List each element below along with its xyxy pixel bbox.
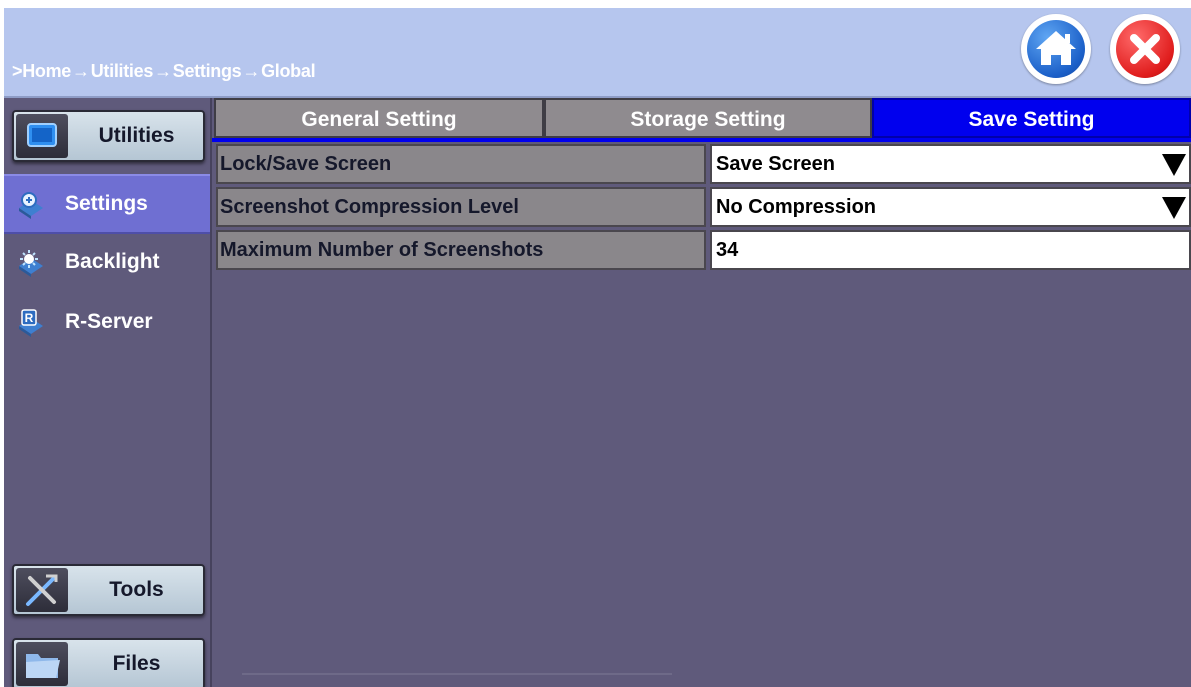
tab-underline (212, 138, 1191, 142)
settings-icon (19, 192, 43, 219)
header-bar: >Home→Utilities→Settings→Global (4, 8, 1191, 98)
utilities-label: Utilities (98, 124, 175, 147)
input-value: 34 (716, 239, 739, 261)
r-server-icon: R (19, 309, 43, 337)
main-panel: General Setting Storage Setting Save Set… (212, 98, 1191, 687)
tools-icon (26, 574, 58, 606)
files-button[interactable]: Files (12, 638, 205, 687)
breadcrumb-separator: → (242, 61, 261, 81)
breadcrumb-settings[interactable]: Settings (173, 61, 242, 81)
breadcrumb-home[interactable]: >Home (12, 61, 71, 81)
files-label: Files (112, 652, 161, 675)
backlight-icon (19, 250, 43, 277)
dropdown-arrow-icon (1162, 197, 1186, 219)
dropdown-value: No Compression (716, 196, 877, 218)
setting-row-compression-level: Screenshot Compression Level No Compress… (216, 187, 1191, 227)
breadcrumb-utilities[interactable]: Utilities (91, 61, 154, 81)
files-icon-box (16, 642, 68, 686)
tools-icon-box (16, 568, 68, 612)
sidebar: Utilities Settings Backlight R R-Server … (4, 98, 212, 687)
tools-label: Tools (109, 578, 164, 601)
sidebar-item-r-server[interactable]: R R-Server (4, 294, 210, 350)
dropdown-value: Save Screen (716, 153, 835, 175)
scroll-indicator (242, 673, 672, 675)
tab-general-setting[interactable]: General Setting (214, 98, 544, 138)
close-button[interactable] (1110, 14, 1180, 84)
max-screenshots-input[interactable]: 34 (710, 230, 1191, 270)
tools-button[interactable]: Tools (12, 564, 205, 616)
setting-label: Maximum Number of Screenshots (216, 230, 706, 270)
setting-label: Lock/Save Screen (216, 144, 706, 184)
tab-save-setting[interactable]: Save Setting (872, 98, 1191, 138)
home-icon (1036, 31, 1076, 65)
breadcrumb-global: Global (261, 61, 316, 81)
sidebar-item-label: Settings (65, 192, 148, 215)
dropdown-arrow-icon (1162, 154, 1186, 176)
utilities-icon-box (16, 114, 68, 158)
utilities-button[interactable]: Utilities (12, 110, 205, 162)
setting-row-lock-save-screen: Lock/Save Screen Save Screen (216, 144, 1191, 184)
sidebar-item-label: Backlight (65, 250, 160, 273)
sidebar-item-settings[interactable]: Settings (4, 174, 210, 234)
folder-icon (26, 654, 60, 678)
breadcrumb-separator: → (72, 61, 90, 81)
lock-save-screen-dropdown[interactable]: Save Screen (710, 144, 1191, 184)
close-icon (1130, 34, 1160, 64)
sidebar-item-backlight[interactable]: Backlight (4, 234, 210, 290)
svg-text:R: R (25, 311, 34, 325)
breadcrumb-separator: → (154, 61, 172, 81)
compression-level-dropdown[interactable]: No Compression (710, 187, 1191, 227)
sidebar-item-label: R-Server (65, 310, 153, 333)
setting-row-max-screenshots: Maximum Number of Screenshots 34 (216, 230, 1191, 270)
setting-label: Screenshot Compression Level (216, 187, 706, 227)
home-button[interactable] (1021, 14, 1091, 84)
app-window: >Home→Utilities→Settings→Global Utilitie… (4, 8, 1191, 687)
tab-storage-setting[interactable]: Storage Setting (544, 98, 872, 138)
breadcrumb: >Home→Utilities→Settings→Global (12, 61, 316, 82)
monitor-icon (27, 123, 57, 147)
tab-bar: General Setting Storage Setting Save Set… (212, 98, 1191, 142)
